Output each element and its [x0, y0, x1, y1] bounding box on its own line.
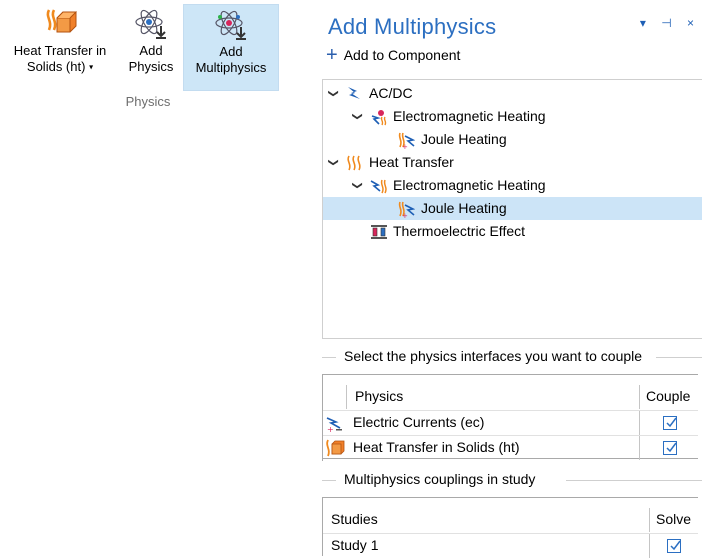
svg-text:+: +	[327, 425, 334, 432]
svg-text:+: +	[402, 143, 408, 149]
heat-transfer-icon	[347, 155, 361, 171]
studies-column-header: Studies	[323, 508, 650, 532]
atom-add-multiphysics-icon	[215, 10, 246, 40]
add-to-component-label: Add to Component	[343, 47, 461, 63]
studies-section-title: Multiphysics couplings in study	[340, 471, 540, 487]
couple-table-header: Physics Couple	[323, 385, 698, 409]
add-multiphysics-line1: Add	[219, 44, 243, 59]
heat-transfer-solids-icon	[326, 439, 345, 457]
couple-table: Physics Couple + Electric Currents (ec)	[322, 374, 698, 461]
tree-item-label: Joule Heating	[421, 131, 507, 147]
ribbon: Heat Transfer in Solids (ht) ▾ Add Physi…	[0, 0, 290, 120]
study-cell: Study 1	[323, 534, 650, 558]
add-physics-button[interactable]: Add Physics	[124, 4, 178, 91]
heat-transfer-line1: Heat Transfer in	[13, 43, 107, 58]
panel-title: Add Multiphysics	[328, 14, 497, 39]
tree-item-joule-heating-acdc[interactable]: + Joule Heating	[323, 128, 702, 151]
tree-item-label: AC/DC	[369, 85, 413, 101]
heat-transfer-line2: Solids (ht)	[26, 59, 86, 74]
ribbon-group-label: Physics	[125, 94, 171, 109]
studies-table-header: Studies Solve	[323, 508, 698, 532]
tree-item-em-heating-acdc[interactable]: ❯ Electromagnetic Heating	[323, 105, 702, 128]
add-physics-line1: Add	[139, 43, 163, 58]
tree-item-label: Joule Heating	[421, 200, 507, 216]
electromagnetic-heating-icon	[370, 179, 387, 194]
couple-column-header: Couple	[646, 388, 691, 404]
physics-cell: Heat Transfer in Solids (ht)	[347, 436, 640, 460]
tree-item-label: Thermoelectric Effect	[393, 223, 526, 239]
add-physics-line2: Physics	[128, 59, 174, 74]
table-row[interactable]: Study 1	[323, 533, 698, 558]
tree-item-heat-transfer[interactable]: ❯ Heat Transfer	[323, 151, 702, 174]
physics-cell: Electric Currents (ec)	[347, 411, 640, 435]
solve-checkbox-study-1[interactable]	[667, 539, 681, 553]
panel-window-controls[interactable]: ▾ ⊣ ×	[640, 16, 700, 30]
studies-table: Studies Solve Study 1	[322, 497, 698, 558]
heat-transfer-in-solids-button[interactable]: Heat Transfer in Solids (ht) ▾	[2, 4, 118, 91]
tree-item-label: Electromagnetic Heating	[393, 177, 546, 193]
chevron-down-icon[interactable]: ❯	[322, 88, 345, 100]
acdc-bolt-icon	[348, 87, 360, 99]
heat-transfer-solids-icon	[46, 9, 77, 33]
electric-currents-icon: +	[326, 417, 342, 432]
atom-add-physics-icon	[135, 9, 166, 39]
chevron-down-icon[interactable]: ❯	[322, 157, 345, 169]
tree-item-label: Heat Transfer	[369, 154, 454, 170]
thermoelectric-effect-icon	[371, 225, 387, 239]
tree-item-thermoelectric-effect[interactable]: Thermoelectric Effect	[323, 220, 702, 243]
couple-cell	[640, 436, 698, 460]
couple-section-title: Select the physics interfaces you want t…	[340, 348, 647, 364]
chevron-down-icon[interactable]: ❯	[346, 180, 369, 192]
table-row[interactable]: + Electric Currents (ec)	[323, 410, 698, 435]
electromagnetic-heating-icon	[371, 110, 387, 126]
couple-cell	[640, 411, 698, 435]
add-to-component-button[interactable]: + Add to Component	[326, 44, 461, 66]
studies-section-header: Multiphysics couplings in study	[322, 471, 702, 489]
plus-icon: +	[326, 44, 338, 66]
couple-checkbox-ht[interactable]	[663, 441, 677, 455]
tree-item-em-heating-heat[interactable]: ❯ Electromagnetic Heating	[323, 174, 702, 197]
tree-item-label: Electromagnetic Heating	[393, 108, 546, 124]
svg-text:+: +	[402, 212, 408, 218]
solve-cell	[650, 534, 698, 558]
couple-section-header: Select the physics interfaces you want t…	[322, 348, 702, 366]
tree-item-joule-heating-heat[interactable]: + Joule Heating	[323, 197, 702, 220]
multiphysics-tree[interactable]: ❯ AC/DC ❯ Electromagnetic Heating + Joul…	[322, 79, 702, 339]
add-multiphysics-line2: Multiphysics	[195, 60, 267, 75]
add-multiphysics-button[interactable]: Add Multiphysics	[183, 4, 279, 91]
physics-column-header: Physics	[347, 385, 640, 409]
table-row[interactable]: Heat Transfer in Solids (ht)	[323, 435, 698, 460]
couple-checkbox-ec[interactable]	[663, 416, 677, 430]
add-multiphysics-panel: Add Multiphysics ▾ ⊣ × + Add to Componen…	[322, 0, 702, 558]
joule-heating-icon: +	[398, 132, 415, 149]
chevron-down-icon[interactable]: ▾	[89, 63, 93, 72]
chevron-down-icon[interactable]: ❯	[346, 111, 369, 123]
tree-item-acdc[interactable]: ❯ AC/DC	[323, 82, 702, 105]
joule-heating-icon: +	[398, 201, 415, 218]
solve-column-header: Solve	[656, 511, 692, 527]
